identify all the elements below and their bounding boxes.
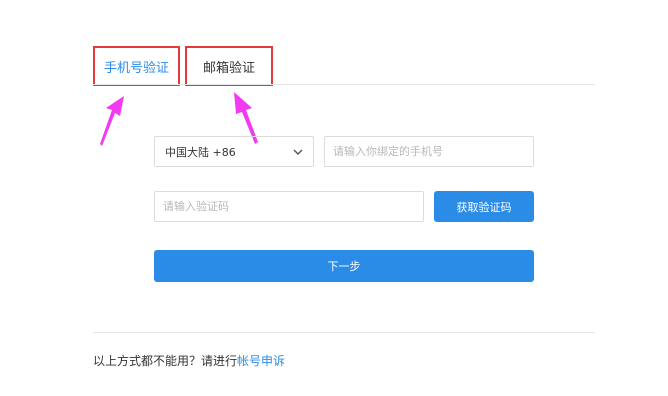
- footer-divider: [93, 332, 595, 333]
- get-code-button[interactable]: 获取验证码: [434, 191, 534, 222]
- chevron-down-icon: [293, 149, 303, 155]
- phone-input[interactable]: [324, 136, 534, 167]
- region-select-value: 中国大陆 +86: [165, 145, 236, 159]
- tab-phone-label: 手机号验证: [103, 60, 169, 76]
- footer-text: 以上方式都不能用？请进行: [93, 354, 238, 368]
- next-button[interactable]: 下一步: [154, 250, 534, 282]
- tab-email-verification[interactable]: 邮箱验证: [185, 46, 273, 86]
- tab-divider: [93, 84, 595, 85]
- tab-phone-verification[interactable]: 手机号验证: [93, 46, 180, 86]
- region-select[interactable]: 中国大陆 +86: [154, 136, 314, 167]
- tab-email-label: 邮箱验证: [202, 60, 255, 76]
- account-appeal-link[interactable]: 帐号申诉: [237, 354, 285, 368]
- verification-code-input[interactable]: [154, 191, 424, 222]
- annotation-arrow-icon: [100, 96, 124, 146]
- footer-help: 以上方式都不能用？请进行帐号申诉: [93, 352, 285, 369]
